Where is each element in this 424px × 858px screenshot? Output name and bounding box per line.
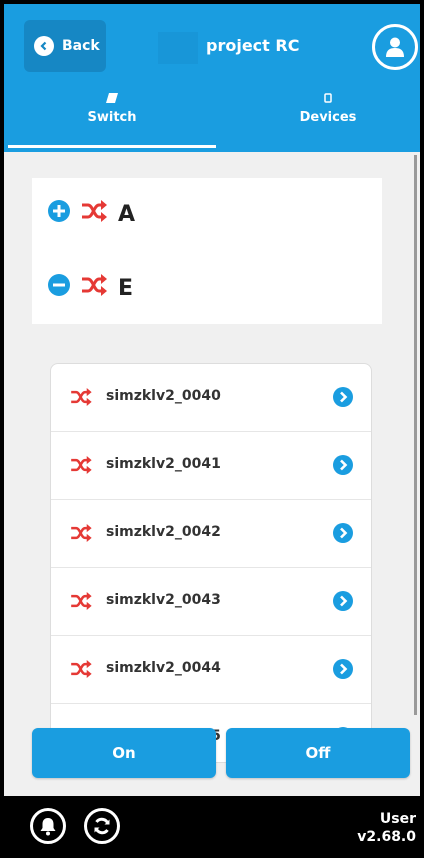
chevron-right-circle-icon[interactable] [333,455,353,479]
minus-circle-icon[interactable] [48,274,70,302]
device-name: simzklv2_0044 [106,660,221,676]
plus-circle-icon[interactable] [48,200,70,228]
list-item[interactable]: simzklv2_0042 [51,500,371,568]
shuffle-icon [69,388,93,410]
device-icon [324,92,332,104]
list-item[interactable]: simzklv2_0041 [51,432,371,500]
chevron-right-circle-icon[interactable] [333,387,353,411]
group-label: A [118,201,136,227]
sync-icon[interactable] [84,808,120,844]
bell-icon[interactable] [30,808,66,844]
scrollbar[interactable] [414,155,417,715]
shuffle-icon [69,524,93,546]
tab-devices-label: Devices [299,110,357,125]
tab-switch[interactable]: Switch [8,92,216,148]
tab-switch-label: Switch [87,110,137,125]
device-list: simzklv2_0040 simzklv2_0041 simzklv2_004… [50,363,372,763]
shuffle-icon [69,592,93,614]
group-list: A E [32,178,382,324]
list-item[interactable]: simzklv2_0044 [51,636,371,704]
device-name: simzklv2_0042 [106,524,221,540]
shuffle-icon [80,200,108,228]
device-name: simzklv2_0041 [106,456,221,472]
app-footer: User v2.68.0 [4,796,420,854]
project-icon-placeholder [158,32,198,64]
tag-icon [106,92,118,104]
user-avatar-icon[interactable] [372,24,418,70]
app-version: v2.68.0 [357,829,416,845]
device-name: simzklv2_0043 [106,592,221,608]
chevron-right-circle-icon[interactable] [333,591,353,615]
off-button[interactable]: Off [226,728,410,778]
back-label: Back [62,38,100,54]
chevron-left-icon [34,36,54,56]
group-row-a[interactable]: A [48,200,135,228]
tab-devices[interactable]: Devices [224,92,424,148]
shuffle-icon [80,274,108,302]
on-button[interactable]: On [32,728,216,778]
chevron-right-circle-icon[interactable] [333,659,353,683]
shuffle-icon [69,660,93,682]
back-button[interactable]: Back [24,20,106,72]
device-name: simzklv2_0040 [106,388,221,404]
group-row-e[interactable]: E [48,274,133,302]
chevron-right-circle-icon[interactable] [333,523,353,547]
app-header: Back project RC Switch Devices [4,4,420,152]
list-item[interactable]: simzklv2_0040 [51,364,371,432]
user-label: User [379,811,416,827]
page-title: project RC [206,36,300,55]
list-item[interactable]: simzklv2_0043 [51,568,371,636]
user-info: User v2.68.0 [357,810,416,846]
shuffle-icon [69,456,93,478]
group-label: E [118,275,134,301]
